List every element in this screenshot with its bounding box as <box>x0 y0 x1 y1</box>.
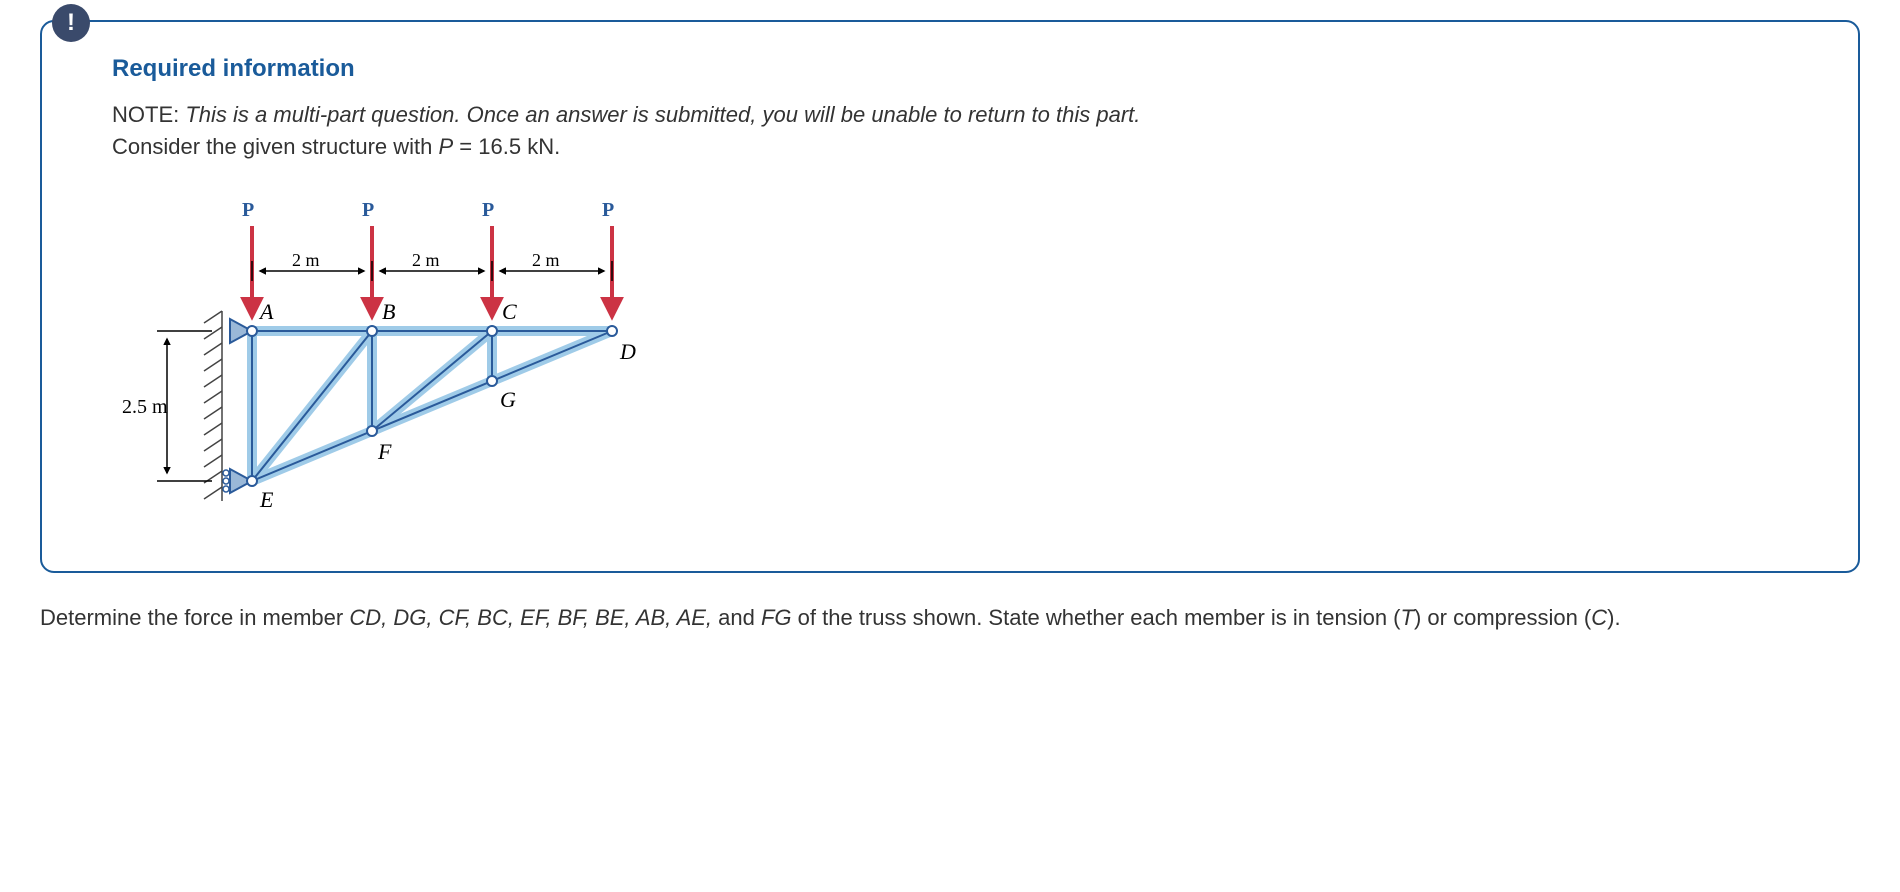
question-pre: Determine the force in member <box>40 605 349 630</box>
question-end: ). <box>1607 605 1620 630</box>
label-A: A <box>258 299 274 324</box>
label-P3: P <box>482 199 494 221</box>
note-body: This is a multi-part question. Once an a… <box>185 102 1140 127</box>
consider-line: Consider the given structure with P = 16… <box>112 132 1798 163</box>
question-mid: of the truss shown. State whether each m… <box>792 605 1401 630</box>
label-P2: P <box>362 199 374 221</box>
tension-label: T <box>1401 605 1414 630</box>
note-line: NOTE: This is a multi-part question. Onc… <box>112 100 1798 131</box>
label-F: F <box>377 439 392 464</box>
alert-icon: ! <box>52 4 90 42</box>
consider-post: = 16.5 kN. <box>453 134 560 159</box>
required-info-box: ! Required information NOTE: This is a m… <box>40 20 1860 573</box>
label-P4: P <box>602 199 614 221</box>
consider-pre: Consider the given structure with <box>112 134 439 159</box>
label-P1: P <box>242 199 254 221</box>
member-last: FG <box>761 605 792 630</box>
question-or: ) or compression ( <box>1414 605 1591 630</box>
label-E: E <box>259 487 274 512</box>
note-prefix: NOTE: <box>112 102 179 127</box>
dim-2m-1: 2 m <box>292 250 320 270</box>
consider-variable: P <box>439 134 454 159</box>
dim-2m-2: 2 m <box>412 250 440 270</box>
question-and: and <box>712 605 761 630</box>
dim-2_5m: 2.5 m <box>122 396 168 418</box>
compression-label: C <box>1591 605 1607 630</box>
label-B: B <box>382 299 395 324</box>
question-text: Determine the force in member CD, DG, CF… <box>40 603 1860 634</box>
required-information-heading: Required information <box>112 52 1798 86</box>
label-G: G <box>500 387 516 412</box>
label-C: C <box>502 299 517 324</box>
label-D: D <box>619 339 636 364</box>
member-list: CD, DG, CF, BC, EF, BF, BE, AB, AE, <box>349 605 712 630</box>
truss-diagram: P P P P 2 m 2 m 2 m <box>112 191 732 531</box>
dim-2m-3: 2 m <box>532 250 560 270</box>
